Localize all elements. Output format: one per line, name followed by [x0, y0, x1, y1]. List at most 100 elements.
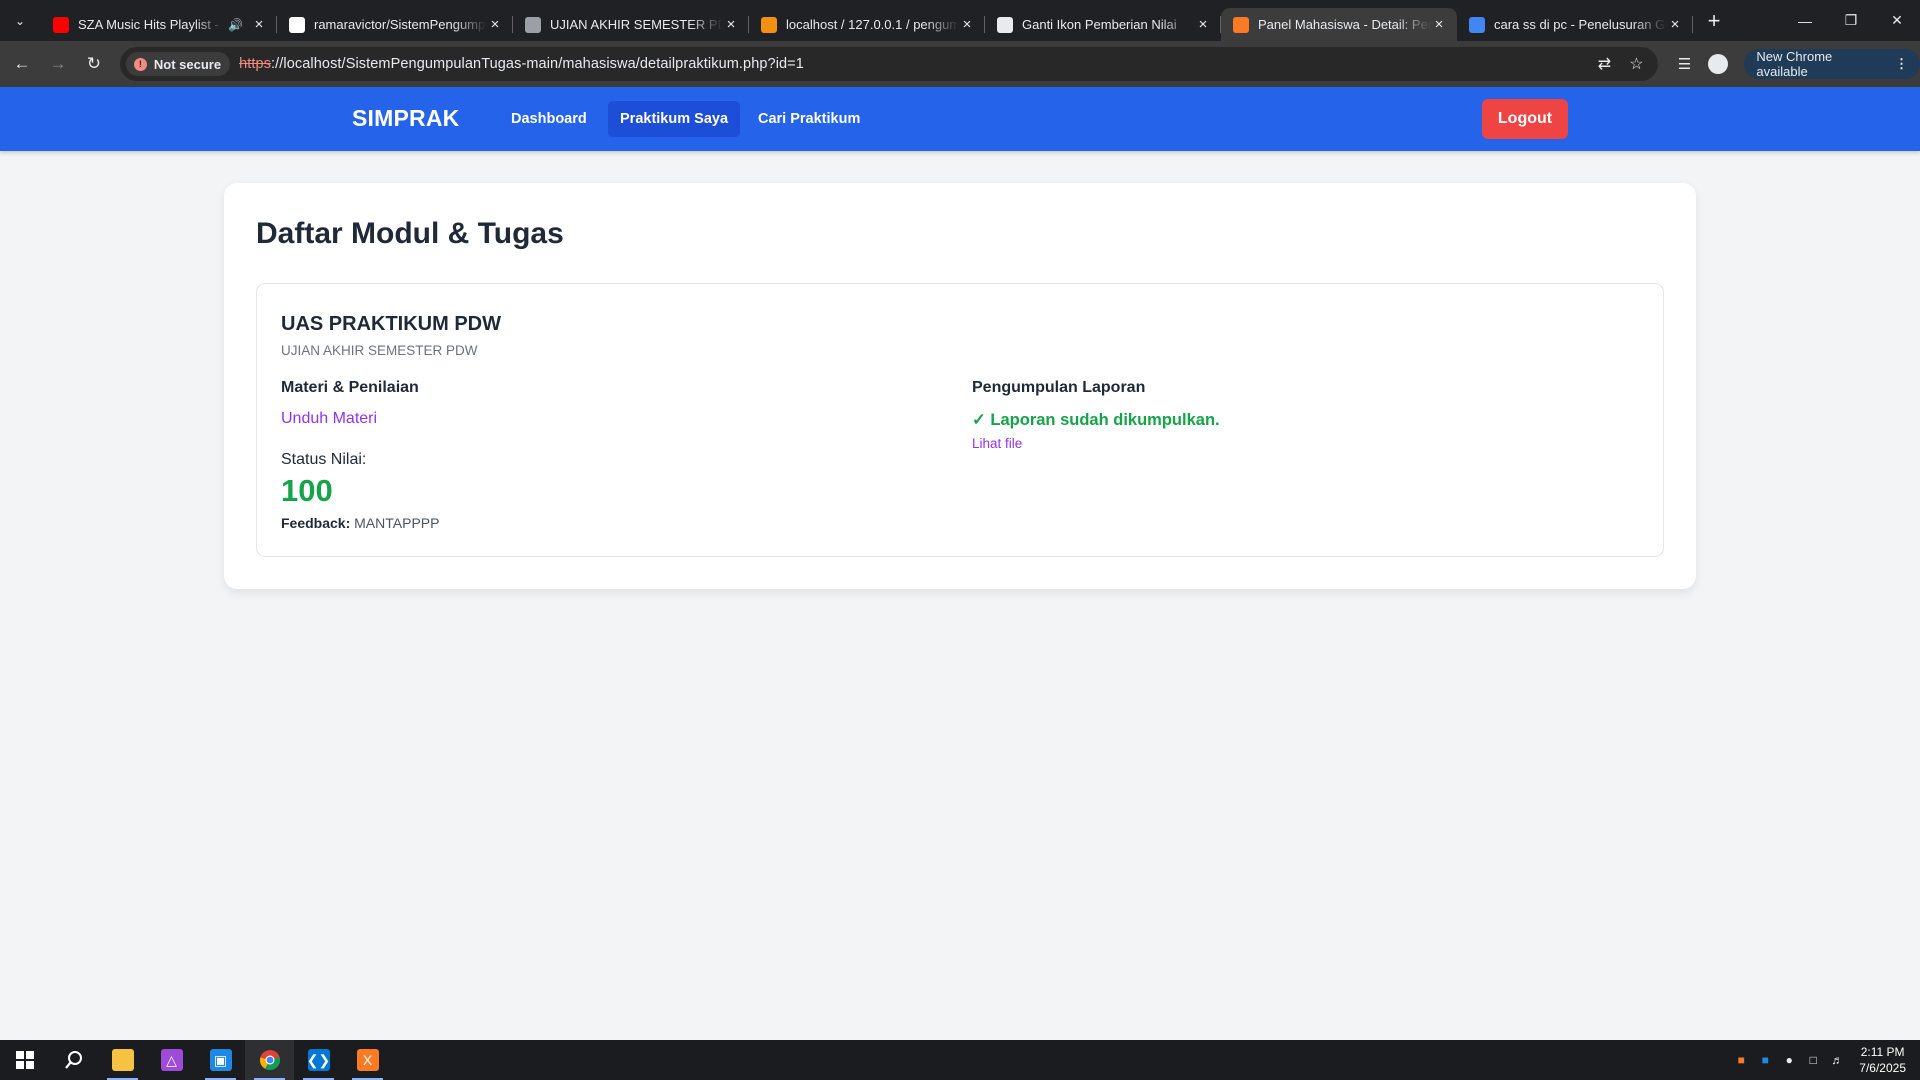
github-icon [289, 16, 305, 33]
browser-tab-strip: ⌄ SZA Music Hits Playlist - YouTube🔊×ram… [0, 0, 1920, 41]
submission-heading: Pengumpulan Laporan [972, 379, 1146, 396]
tab-title: UJIAN AKHIR SEMESTER PDW.pdf [550, 17, 723, 32]
module-title: UAS PRAKTIKUM PDW [281, 313, 501, 335]
taskbar-file-explorer[interactable] [98, 1040, 147, 1080]
browser-tab[interactable]: ramaravictor/SistemPengumpulanTugas× [277, 8, 513, 41]
download-material-link[interactable]: Unduh Materi [281, 410, 377, 428]
clock[interactable]: 2:11 PM 7/6/2025 [1859, 1044, 1906, 1076]
close-tab-icon[interactable]: × [1667, 16, 1683, 33]
system-tray: ■ ■ ● □ ♬ 2:11 PM 7/6/2025 [1729, 1040, 1920, 1080]
restore-button[interactable]: ❐ [1828, 0, 1874, 41]
submission-status: ✓ Laporan sudah dikumpulkan. [972, 411, 1220, 429]
chevron-down-icon: ⌄ [14, 13, 26, 28]
taskbar-xampp[interactable]: X [343, 1040, 392, 1080]
warning-icon: ! [133, 57, 147, 71]
nav-praktikum-saya[interactable]: Praktikum Saya [608, 101, 741, 137]
globe-icon [525, 16, 541, 33]
controller-tray-icon[interactable]: ● [1777, 1053, 1801, 1067]
clock-date: 7/6/2025 [1859, 1061, 1906, 1075]
media-control-icon[interactable]: ☰ [1668, 55, 1700, 73]
browser-toolbar: ← → ↻ ! Not secure https://localhost/Sis… [0, 41, 1920, 87]
arrow-left-icon: ← [13, 54, 31, 73]
close-tab-icon[interactable]: × [1431, 16, 1447, 33]
tab-title: SZA Music Hits Playlist - YouTube [78, 17, 224, 32]
windows-taskbar: △ ▣ ❮❯ X ■ ■ ● □ ♬ 2:11 PM 7/6/2025 [0, 1040, 1920, 1080]
url-scheme: https [239, 56, 272, 72]
browser-tab[interactable]: UJIAN AKHIR SEMESTER PDW.pdf× [513, 8, 749, 41]
app-tray-icon[interactable]: ■ [1753, 1053, 1777, 1067]
network-icon[interactable]: □ [1801, 1053, 1825, 1067]
browser-tab[interactable]: SZA Music Hits Playlist - YouTube 🔊 × [41, 8, 277, 41]
address-bar[interactable]: ! Not secure https://localhost/SistemPen… [119, 47, 1659, 81]
tab-title: cara ss di pc - Penelusuran Google [1494, 17, 1667, 32]
start-button[interactable] [0, 1040, 49, 1080]
security-chip[interactable]: ! Not secure [125, 52, 231, 76]
browser-tab[interactable]: localhost / 127.0.0.1 / pengumpulan× [749, 8, 985, 41]
clock-time: 2:11 PM [1860, 1045, 1905, 1059]
window-controls: — ❐ ✕ [1782, 0, 1920, 41]
game-controller-icon: △ [160, 1049, 183, 1071]
search-icon [63, 1049, 85, 1071]
materials-heading: Materi & Penilaian [281, 379, 419, 396]
close-tab-icon[interactable]: × [251, 16, 267, 33]
vscode-icon: ❮❯ [307, 1049, 330, 1071]
security-label: Not secure [153, 56, 222, 72]
taskbar-search[interactable] [49, 1040, 98, 1080]
browser-tab[interactable]: Panel Mahasiswa - Detail: Pengumpulan× [1221, 8, 1457, 41]
view-file-link[interactable]: Lihat file [972, 436, 1022, 451]
minimize-button[interactable]: — [1782, 0, 1828, 41]
arrow-right-icon: → [49, 54, 67, 73]
phpmyadmin-icon [761, 16, 777, 33]
back-button[interactable]: ← [4, 46, 40, 82]
browser-tab[interactable]: cara ss di pc - Penelusuran Google× [1457, 8, 1693, 41]
browser-tab[interactable]: Ganti Ikon Pemberian Nilai × [985, 8, 1221, 41]
brand-logo[interactable]: SIMPRAK [352, 105, 459, 132]
new-tab-button[interactable]: + [1699, 8, 1729, 34]
chrome-update-button[interactable]: New Chrome available ⋮ [1744, 49, 1920, 79]
tab-title: Panel Mahasiswa - Detail: Pengumpulan [1258, 17, 1431, 32]
tab-title: ramaravictor/SistemPengumpulanTugas [314, 17, 487, 32]
grade-status-label: Status Nilai: [281, 451, 367, 468]
close-tab-icon[interactable]: × [487, 16, 503, 33]
taskbar-chrome[interactable] [245, 1040, 294, 1080]
more-menu-icon: ⋮ [1895, 56, 1909, 71]
bookmark-star-icon[interactable]: ☆ [1620, 54, 1652, 74]
module-card: UAS PRAKTIKUM PDW UJIAN AKHIR SEMESTER P… [256, 283, 1664, 557]
url-path: ://localhost/SistemPengumpulanTugas-main… [271, 56, 804, 72]
forward-button[interactable]: → [40, 46, 76, 82]
tab-search-button[interactable]: ⌄ [5, 6, 35, 36]
nav-cari-praktikum[interactable]: Cari Praktikum [746, 101, 872, 137]
logout-button[interactable]: Logout [1482, 99, 1568, 139]
xampp-tray-icon[interactable]: ■ [1729, 1053, 1753, 1067]
volume-icon[interactable]: ♬ [1825, 1053, 1849, 1067]
taskbar-vscode[interactable]: ❮❯ [294, 1040, 343, 1080]
nav-dashboard[interactable]: Dashboard [499, 101, 599, 137]
grade-value: 100 [281, 473, 333, 508]
close-tab-icon[interactable]: × [723, 16, 739, 33]
app-icon: ▣ [209, 1049, 232, 1071]
main-panel: Daftar Modul & Tugas UAS PRAKTIKUM PDW U… [224, 183, 1696, 589]
taskbar-game-app[interactable]: △ [147, 1040, 196, 1080]
translate-icon[interactable]: ⇄ [1588, 54, 1620, 74]
feedback: Feedback: MANTAPPPP [281, 515, 439, 531]
url-text[interactable]: https://localhost/SistemPengumpulanTugas… [239, 56, 804, 72]
google-icon [1469, 16, 1485, 33]
tab-title: Ganti Ikon Pemberian Nilai [1022, 17, 1177, 32]
xampp-icon: X [356, 1049, 379, 1071]
youtube-icon [53, 16, 69, 33]
speaker-icon[interactable]: 🔊 [228, 18, 243, 32]
tab-list: SZA Music Hits Playlist - YouTube🔊×ramar… [41, 0, 1693, 41]
chatgpt-icon [997, 16, 1013, 33]
feedback-text: MANTAPPPP [354, 515, 440, 531]
close-window-button[interactable]: ✕ [1874, 0, 1920, 41]
close-tab-icon[interactable]: × [959, 16, 975, 33]
windows-start-icon [14, 1049, 36, 1071]
reload-button[interactable]: ↻ [76, 46, 112, 82]
reload-icon: ↻ [86, 54, 102, 73]
taskbar-app[interactable]: ▣ [196, 1040, 245, 1080]
profile-avatar[interactable] [1708, 54, 1729, 74]
xampp-icon [1233, 16, 1249, 33]
update-label: New Chrome available [1756, 49, 1833, 79]
close-tab-icon[interactable]: × [1195, 16, 1211, 33]
chrome-icon [259, 1049, 281, 1071]
